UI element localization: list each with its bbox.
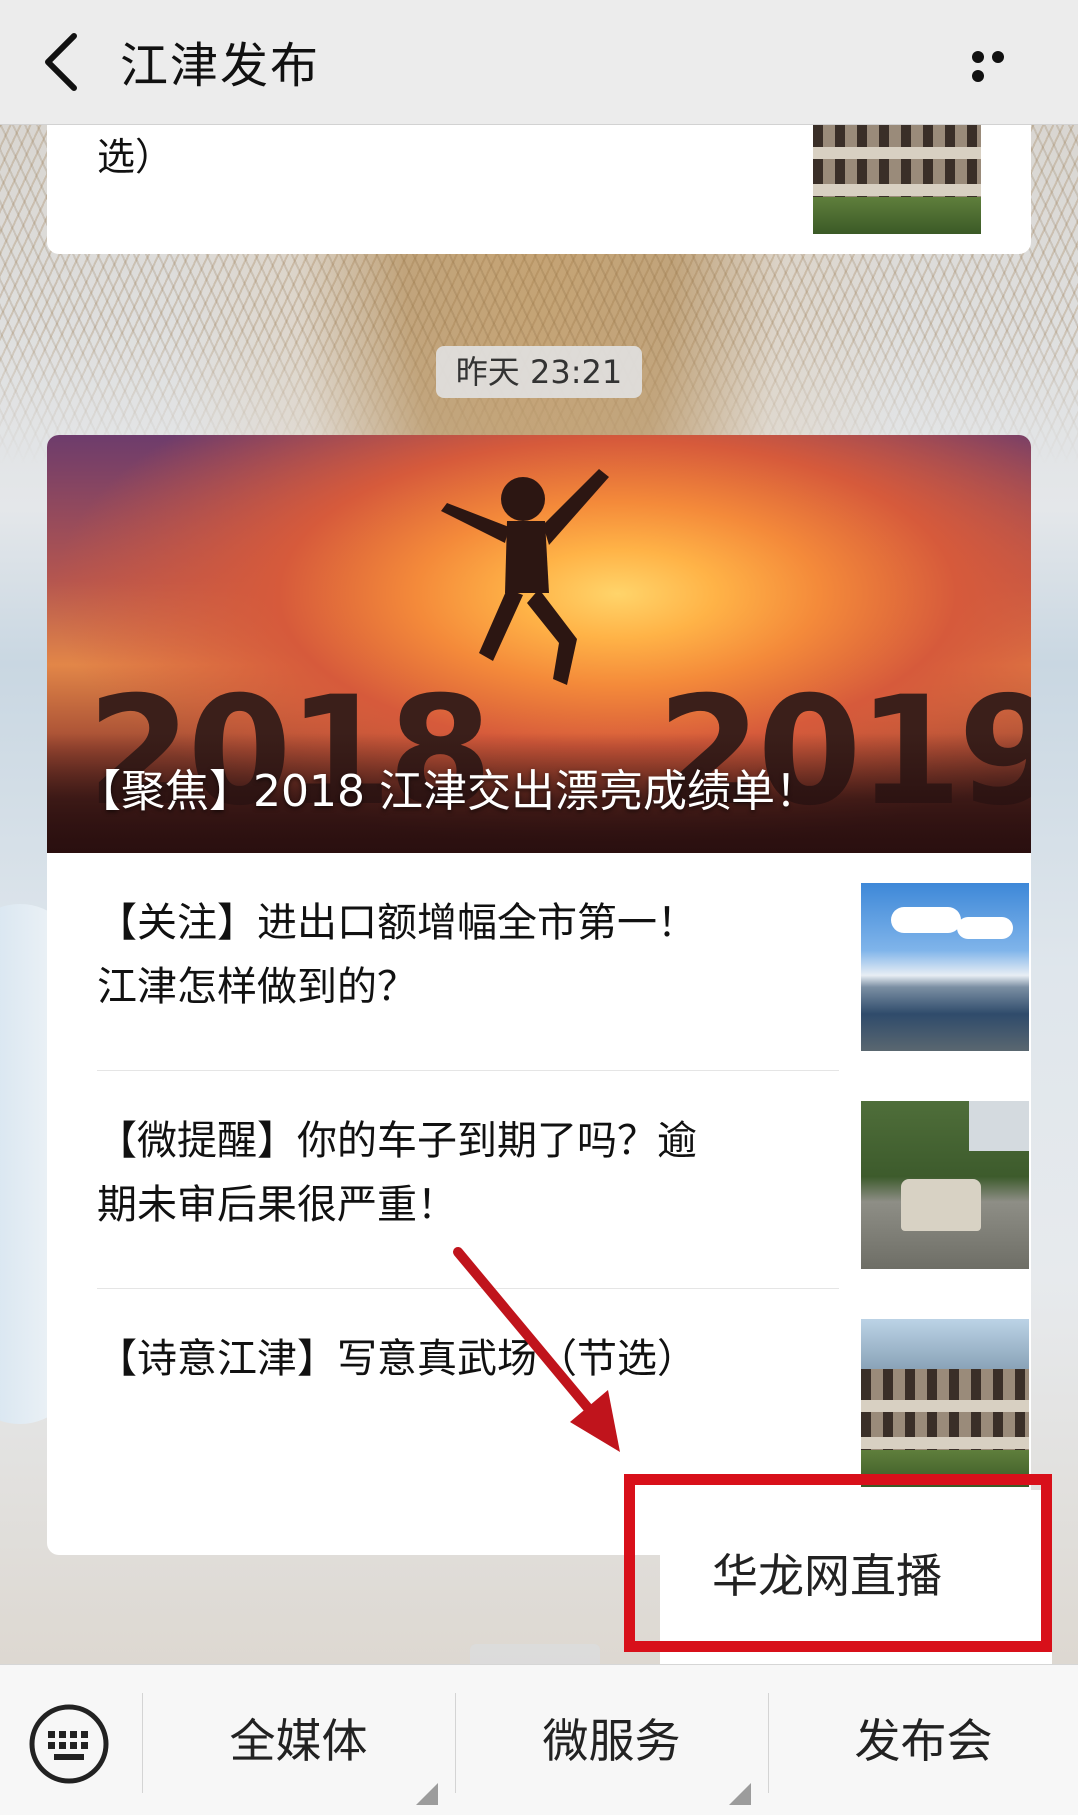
highlight-annotation-box: [624, 1474, 1052, 1652]
more-options-icon[interactable]: [972, 48, 1028, 82]
menu-item-press-conference[interactable]: 发布会: [769, 1701, 1078, 1781]
article-thumbnail: [861, 1319, 1029, 1487]
menu-item-all-media[interactable]: 全媒体: [143, 1701, 454, 1805]
hero-article[interactable]: 2018 2019 【聚焦】2018 江津交出漂亮成绩单！: [47, 435, 1031, 853]
menu-item-label: 微服务: [542, 1714, 681, 1768]
article-title: 【微提醒】你的车子到期了吗？逾期未审后果很严重！: [97, 1118, 697, 1228]
menu-item-label: 发布会: [854, 1714, 993, 1768]
message-timestamp: 昨天 23:21: [436, 346, 642, 398]
back-arrow-icon[interactable]: [40, 30, 84, 94]
keyboard-icon[interactable]: [28, 1703, 110, 1785]
hero-article-title: 【聚焦】2018 江津交出漂亮成绩单！: [77, 766, 819, 817]
menu-item-label: 全媒体: [229, 1714, 368, 1768]
bottom-menu-bar: 全媒体 微服务 发布会: [0, 1664, 1078, 1815]
submenu-indicator-icon: [729, 1783, 751, 1805]
jumping-person-silhouette: [441, 469, 609, 685]
article-title: 【关注】进出口额增幅全市第一！江津怎样做到的？: [97, 900, 697, 1010]
page-title: 江津发布: [120, 38, 321, 94]
menu-item-micro-services[interactable]: 微服务: [456, 1701, 767, 1805]
article-list-item[interactable]: 【关注】进出口额增幅全市第一！江津怎样做到的？: [97, 853, 1031, 1071]
top-nav-bar: 江津发布: [0, 0, 1078, 125]
red-arrow-annotation: [453, 1247, 620, 1452]
article-thumbnail: [861, 1101, 1029, 1269]
article-thumbnail: [861, 883, 1029, 1051]
article-title-tail: 选）: [97, 135, 174, 179]
submenu-indicator-icon: [416, 1783, 438, 1805]
